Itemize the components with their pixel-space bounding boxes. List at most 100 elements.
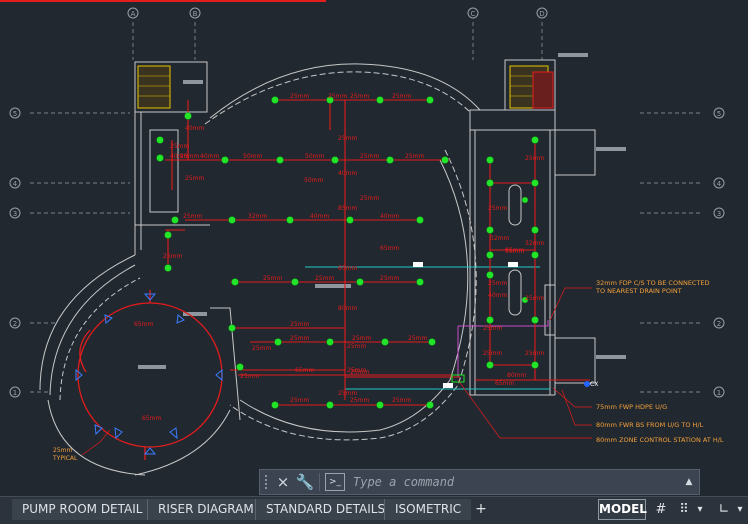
command-input[interactable] (351, 474, 679, 490)
svg-text:2: 2 (13, 320, 17, 328)
svg-text:32mm FDP C/S TO BE CONNECTED: 32mm FDP C/S TO BE CONNECTED (596, 279, 710, 287)
svg-text:25mm: 25mm (392, 397, 411, 404)
svg-text:2: 2 (717, 320, 721, 328)
svg-text:25mm: 25mm (350, 93, 369, 100)
svg-text:25mm: 25mm (185, 175, 204, 182)
command-history-caret-icon[interactable]: ▲ (679, 477, 699, 487)
svg-text:80mm: 80mm (338, 305, 357, 312)
svg-text:40mm: 40mm (185, 125, 204, 132)
svg-text:25mm: 25mm (525, 155, 544, 162)
svg-text:25mm: 25mm (290, 335, 309, 342)
svg-text:25mm: 25mm (405, 153, 424, 160)
svg-text:40mm: 40mm (310, 213, 329, 220)
tab-riser-diagram[interactable]: RISER DIAGRAM (147, 499, 264, 520)
ring-nozzles (75, 293, 223, 455)
svg-text:32mm: 32mm (525, 240, 544, 247)
svg-text:80mm ZONE CONTROL STATION AT H: 80mm ZONE CONTROL STATION AT H/L (596, 436, 724, 444)
separator (319, 473, 320, 491)
svg-text:25mm: 25mm (525, 295, 544, 302)
svg-text:40mm: 40mm (488, 292, 507, 299)
svg-text:25mm: 25mm (483, 350, 502, 357)
svg-text:5: 5 (13, 110, 17, 118)
svg-text:65mm: 65mm (134, 321, 153, 328)
drawing-canvas[interactable]: 5 4 3 2 1 5 4 3 2 1 A B C D 25mm 25mm 25… (0, 0, 748, 496)
svg-text:1: 1 (13, 389, 17, 397)
svg-text:TYPICAL: TYPICAL (52, 455, 78, 462)
svg-text:75mm FWP HDPE U/G: 75mm FWP HDPE U/G (596, 403, 667, 411)
grid-icon[interactable]: # (652, 499, 670, 520)
svg-text:65mm: 65mm (142, 415, 161, 422)
svg-text:50mm: 50mm (305, 153, 324, 160)
svg-text:CX: CX (590, 381, 598, 388)
command-line: × 🔧 >_ ▲ (259, 469, 700, 495)
svg-text:25mm: 25mm (338, 390, 357, 397)
svg-text:25mm: 25mm (240, 373, 259, 380)
svg-text:80mm: 80mm (507, 372, 526, 379)
svg-text:32mm: 32mm (248, 213, 267, 220)
pipe-size-labels: 25mm 25mm 25mm 25mm 25mm 40mm 50mm 50mm … (134, 93, 598, 422)
svg-text:25mm: 25mm (488, 280, 507, 287)
svg-text:40mm: 40mm (380, 213, 399, 220)
close-icon[interactable]: × (272, 470, 294, 494)
svg-text:40mm: 40mm (338, 170, 357, 177)
typical-label: 25mm TYPICAL (52, 447, 78, 462)
svg-text:25mm: 25mm (338, 135, 357, 142)
svg-text:25mm: 25mm (360, 195, 379, 202)
ortho-icon[interactable]: ∟ (716, 499, 732, 520)
tab-isometric[interactable]: ISOMETRIC (384, 499, 472, 520)
model-space-button[interactable]: MODEL (598, 499, 647, 520)
svg-text:65mm: 65mm (338, 265, 357, 272)
tab-standard-details[interactable]: STANDARD DETAILS (255, 499, 396, 520)
sprinkler-pipes (165, 99, 590, 406)
svg-text:A: A (131, 10, 136, 18)
svg-text:25mm: 25mm (380, 275, 399, 282)
wrench-icon[interactable]: 🔧 (294, 470, 316, 494)
svg-text:25mm: 25mm (350, 397, 369, 404)
svg-text:25mm: 25mm (263, 275, 282, 282)
svg-text:25mm: 25mm (525, 350, 544, 357)
svg-text:40mm: 40mm (170, 153, 189, 160)
svg-text:65mm: 65mm (380, 245, 399, 252)
svg-text:25mm: 25mm (360, 153, 379, 160)
svg-text:C: C (471, 10, 476, 18)
svg-text:25mm: 25mm (170, 143, 189, 150)
svg-text:32mm: 32mm (490, 235, 509, 242)
svg-text:25mm: 25mm (163, 253, 182, 260)
svg-text:25mm: 25mm (183, 213, 202, 220)
svg-text:65mm: 65mm (295, 367, 314, 374)
svg-text:25mm: 25mm (290, 397, 309, 404)
svg-text:25mm: 25mm (483, 325, 502, 332)
svg-text:25mm: 25mm (392, 93, 411, 100)
tab-pump-room-detail[interactable]: PUMP ROOM DETAIL (12, 499, 153, 520)
snap-icon[interactable]: ⠿ (676, 499, 692, 520)
design-notes: 32mm FDP C/S TO BE CONNECTED TO NEAREST … (595, 279, 724, 444)
svg-text:80mm FWR BS FROM U/G TO H/L: 80mm FWR BS FROM U/G TO H/L (596, 421, 704, 429)
svg-text:25mm: 25mm (352, 335, 371, 342)
svg-text:65mm: 65mm (495, 380, 514, 387)
svg-text:TO NEAREST DRAIN POINT: TO NEAREST DRAIN POINT (595, 287, 682, 295)
svg-text:25mm: 25mm (290, 321, 309, 328)
svg-text:25mm: 25mm (408, 335, 427, 342)
svg-text:40mm: 40mm (200, 153, 219, 160)
svg-text:25mm: 25mm (315, 275, 334, 282)
svg-text:50mm: 50mm (243, 153, 262, 160)
svg-text:25mm: 25mm (350, 369, 369, 376)
grip-handle[interactable] (260, 470, 272, 494)
svg-text:25mm: 25mm (252, 345, 271, 352)
svg-text:25mm: 25mm (290, 93, 309, 100)
svg-text:1: 1 (717, 389, 721, 397)
svg-text:3: 3 (13, 210, 17, 218)
add-layout-button[interactable]: + (472, 499, 490, 520)
svg-text:25mm: 25mm (488, 205, 507, 212)
svg-text:4: 4 (13, 180, 18, 188)
svg-text:25mm: 25mm (53, 447, 72, 454)
command-prompt-icon[interactable]: >_ (325, 473, 345, 491)
svg-text:50mm: 50mm (304, 177, 323, 184)
snap-dropdown-icon[interactable]: ▾ (694, 499, 706, 520)
svg-text:50mm: 50mm (505, 248, 524, 255)
svg-text:3: 3 (717, 210, 721, 218)
sprinkler-heads (156, 96, 539, 409)
svg-text:D: D (539, 10, 544, 18)
more-dropdown-icon[interactable]: ▾ (734, 499, 746, 520)
svg-text:25mm: 25mm (347, 343, 366, 350)
